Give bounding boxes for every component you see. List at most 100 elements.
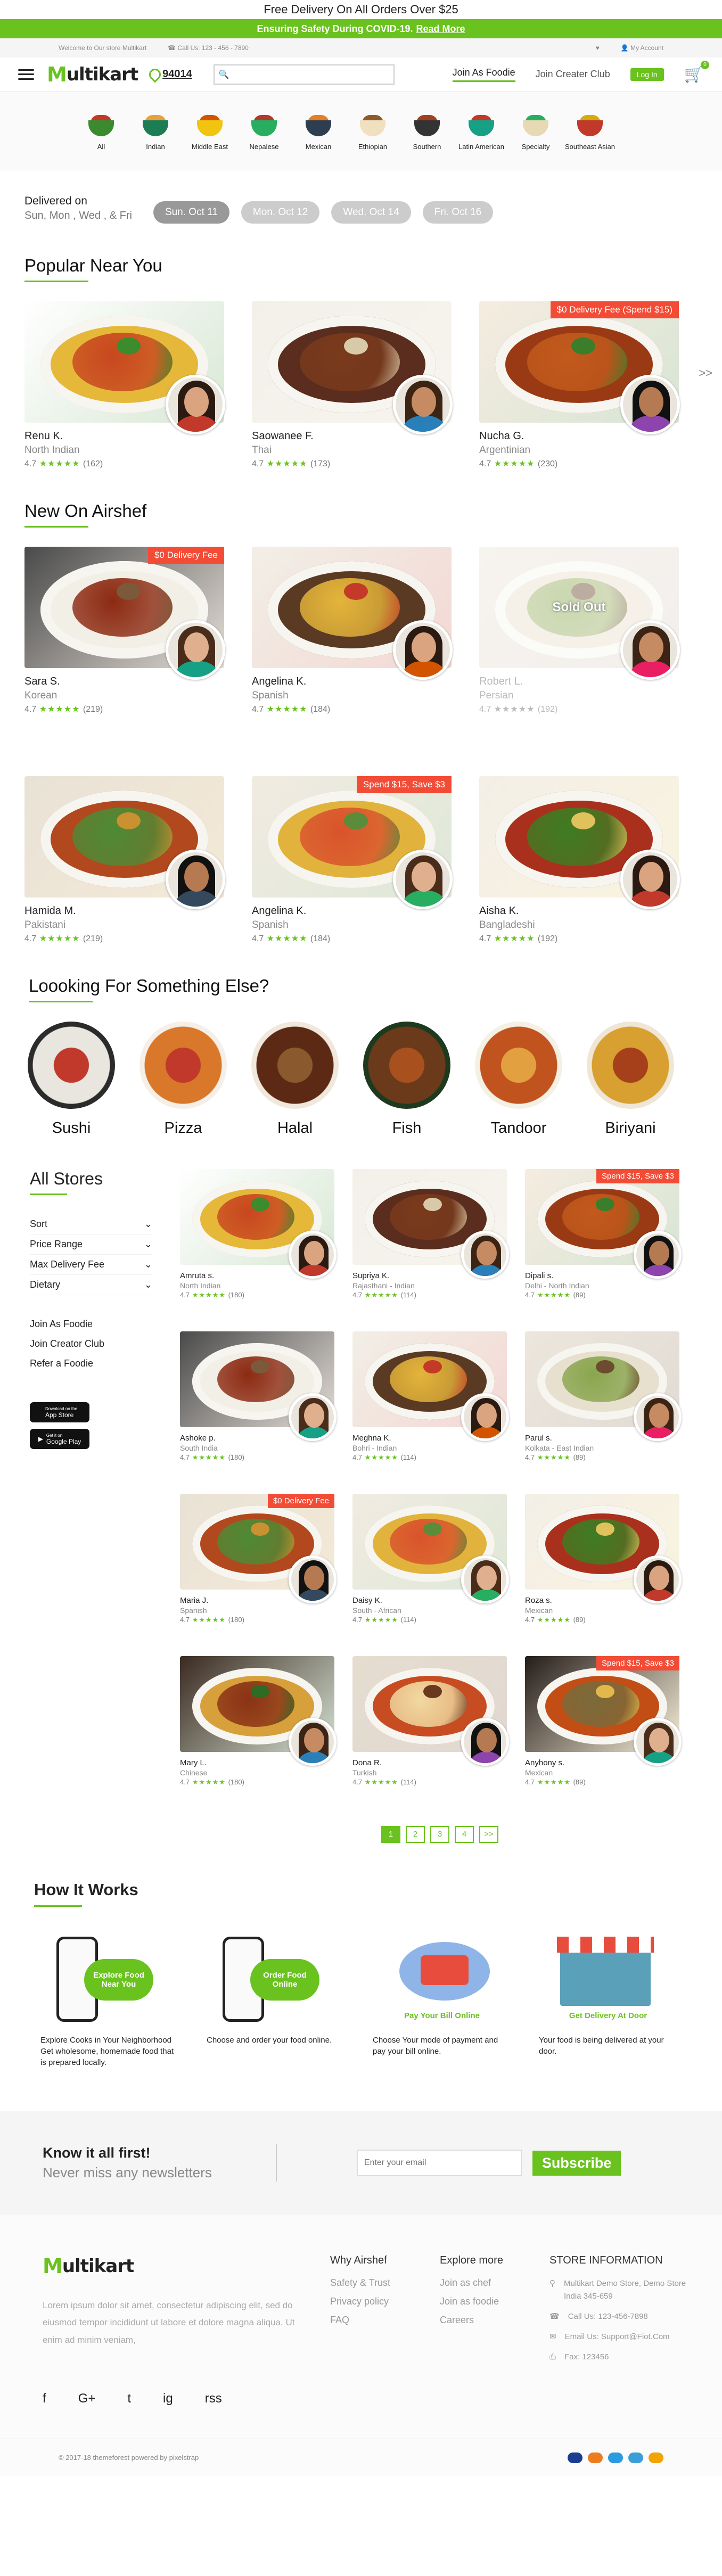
chef-avatar[interactable] <box>620 620 680 680</box>
chef-avatar[interactable] <box>620 850 680 909</box>
chef-avatar[interactable] <box>393 850 453 909</box>
date-pill[interactable]: Wed. Oct 14 <box>331 201 411 224</box>
cuisine-halal[interactable]: Halal <box>251 1022 339 1137</box>
chef-avatar[interactable] <box>166 850 225 909</box>
chef-card[interactable]: Meghna K. Bohri - Indian 4.7 ★★★★★ (114) <box>352 1331 509 1462</box>
page-button[interactable]: 2 <box>406 1826 425 1843</box>
login-button[interactable]: Log In <box>630 68 664 81</box>
page-button[interactable]: >> <box>479 1826 498 1843</box>
chef-card[interactable]: Ashoke p. South India 4.7 ★★★★★ (180) <box>180 1331 337 1462</box>
date-pill[interactable]: Sun. Oct 11 <box>153 201 229 224</box>
cuisine-pizza[interactable]: Pizza <box>140 1022 227 1137</box>
twitter-icon[interactable]: t <box>127 2391 131 2406</box>
chef-card[interactable]: $0 Delivery Fee Maria J. Spanish 4.7 ★★★★★ … <box>180 1494 337 1624</box>
filter-dietary[interactable]: Dietary ⌄ <box>30 1275 152 1295</box>
date-pill[interactable]: Fri. Oct 16 <box>422 201 494 224</box>
cart-icon[interactable]: 🛒 0 <box>684 61 709 84</box>
dish-photo[interactable]: Spend $15, Save $3 <box>525 1169 682 1279</box>
page-button[interactable]: 1 <box>381 1826 400 1843</box>
cuisine-sushi[interactable]: Sushi <box>28 1022 115 1137</box>
chef-avatar[interactable] <box>393 620 453 680</box>
email-input[interactable] <box>356 2150 522 2176</box>
instagram-icon[interactable]: ig <box>163 2391 173 2406</box>
filter-price-range[interactable]: Price Range ⌄ <box>30 1234 152 1255</box>
read-more-link[interactable]: Read More <box>416 23 465 34</box>
next-arrow[interactable]: >> <box>699 366 712 380</box>
cuisine-tandoor[interactable]: Tandoor <box>475 1022 562 1137</box>
page-button[interactable]: 3 <box>430 1826 449 1843</box>
cuisine-biriyani[interactable]: Biriyani <box>587 1022 674 1137</box>
category-middle-east[interactable]: Middle East <box>192 111 228 151</box>
chef-card[interactable]: Sold Out Robert L. Persian 4.7 ★★★★★ (192) <box>479 547 680 714</box>
category-mexican[interactable]: Mexican <box>302 111 334 151</box>
dish-photo[interactable]: $0 Delivery Fee <box>24 547 225 680</box>
chef-avatar[interactable] <box>461 1393 509 1441</box>
chef-avatar[interactable] <box>634 1556 682 1603</box>
menu-icon[interactable] <box>18 69 34 80</box>
category-latin-american[interactable]: Latin American <box>458 111 504 151</box>
dish-photo[interactable] <box>352 1494 509 1603</box>
heart-icon[interactable]: ♥ <box>596 44 600 52</box>
chef-card[interactable]: Parul s. Kolkata - East Indian 4.7 ★★★★★ (… <box>525 1331 682 1462</box>
chef-avatar[interactable] <box>461 1556 509 1603</box>
logo[interactable]: Multikart <box>47 63 138 86</box>
dish-photo[interactable]: Sold Out <box>479 547 680 680</box>
footer-link-faq[interactable]: FAQ <box>330 2315 440 2326</box>
nav-join-creator[interactable]: Join Creater Club <box>536 69 610 80</box>
filter-max-delivery-fee[interactable]: Max Delivery Fee ⌄ <box>30 1255 152 1275</box>
cuisine-fish[interactable]: Fish <box>363 1022 450 1137</box>
chef-avatar[interactable] <box>461 1231 509 1279</box>
dish-photo[interactable] <box>252 547 453 680</box>
chef-card[interactable]: Roza s. Mexican 4.7 ★★★★★ (89) <box>525 1494 682 1624</box>
category-specialty[interactable]: Specialty <box>520 111 552 151</box>
dish-photo[interactable] <box>180 1331 337 1441</box>
footer-link-chef[interactable]: Join as chef <box>440 2277 549 2289</box>
chef-avatar[interactable] <box>634 1393 682 1441</box>
chef-card[interactable]: Aisha K. Bangladeshi 4.7 ★★★★★ (192) <box>479 776 680 944</box>
chef-avatar[interactable] <box>289 1556 337 1603</box>
chef-avatar[interactable] <box>289 1393 337 1441</box>
side-link[interactable]: Join Creator Club <box>30 1334 158 1354</box>
chef-card[interactable]: $0 Delivery Fee Sara S. Korean 4.7 ★★★★★ (2… <box>24 547 225 714</box>
date-pill[interactable]: Mon. Oct 12 <box>241 201 320 224</box>
dish-photo[interactable] <box>352 1331 509 1441</box>
chef-card[interactable]: Hamida M. Pakistani 4.7 ★★★★★ (219) <box>24 776 225 944</box>
chef-card[interactable]: Amruta s. North Indian 4.7 ★★★★★ (180) <box>180 1169 337 1299</box>
chef-card[interactable]: Mary L. Chinese 4.7 ★★★★★ (180) <box>180 1656 337 1787</box>
facebook-icon[interactable]: f <box>43 2391 46 2406</box>
chef-avatar[interactable] <box>289 1231 337 1279</box>
dish-photo[interactable] <box>24 776 225 909</box>
chef-avatar[interactable] <box>634 1718 682 1766</box>
footer-link-safety[interactable]: Safety & Trust <box>330 2277 440 2289</box>
chef-card[interactable]: Spend $15, Save $3 Anyhony s. Mexican 4.7 ★… <box>525 1656 682 1787</box>
zip-selector[interactable]: 94014 <box>149 68 192 80</box>
dish-photo[interactable] <box>180 1169 337 1279</box>
dish-photo[interactable]: $0 Delivery Fee (Spend $15) <box>479 301 680 434</box>
page-button[interactable]: 4 <box>455 1826 474 1843</box>
filter-sort[interactable]: Sort ⌄ <box>30 1214 152 1234</box>
nav-join-foodie[interactable]: Join As Foodie <box>452 67 515 82</box>
chef-avatar[interactable] <box>166 375 225 434</box>
chef-card[interactable]: Daisy K. South - African 4.7 ★★★★★ (114) <box>352 1494 509 1624</box>
category-indian[interactable]: Indian <box>140 111 171 151</box>
category-nepalese[interactable]: Nepalese <box>248 111 280 151</box>
chef-card[interactable]: Spend $15, Save $3 Angelina K. Spanish 4.7 … <box>252 776 453 944</box>
footer-link-privacy[interactable]: Privacy policy <box>330 2296 440 2307</box>
search-input[interactable]: 🔍 <box>213 64 395 85</box>
category-southern[interactable]: Southern <box>411 111 443 151</box>
chef-avatar[interactable] <box>166 620 225 680</box>
dish-photo[interactable] <box>180 1656 337 1766</box>
dish-photo[interactable] <box>479 776 680 909</box>
subscribe-button[interactable]: Subscribe <box>532 2150 621 2176</box>
dish-photo[interactable] <box>252 301 453 434</box>
dish-photo[interactable]: Spend $15, Save $3 <box>525 1656 682 1766</box>
chef-card[interactable]: Angelina K. Spanish 4.7 ★★★★★ (184) <box>252 547 453 714</box>
chef-card[interactable]: Renu K. North Indian 4.7 ★★★★★ (162) <box>24 301 225 469</box>
chef-avatar[interactable] <box>634 1231 682 1279</box>
category-ethiopian[interactable]: Ethiopian <box>357 111 389 151</box>
chef-avatar[interactable] <box>620 375 680 434</box>
side-link[interactable]: Join As Foodie <box>30 1314 158 1334</box>
google-play-badge[interactable]: ▶ Get it on Google Play <box>30 1429 89 1449</box>
chef-avatar[interactable] <box>393 375 453 434</box>
app-store-badge[interactable]: Download on the App Store <box>30 1402 89 1422</box>
